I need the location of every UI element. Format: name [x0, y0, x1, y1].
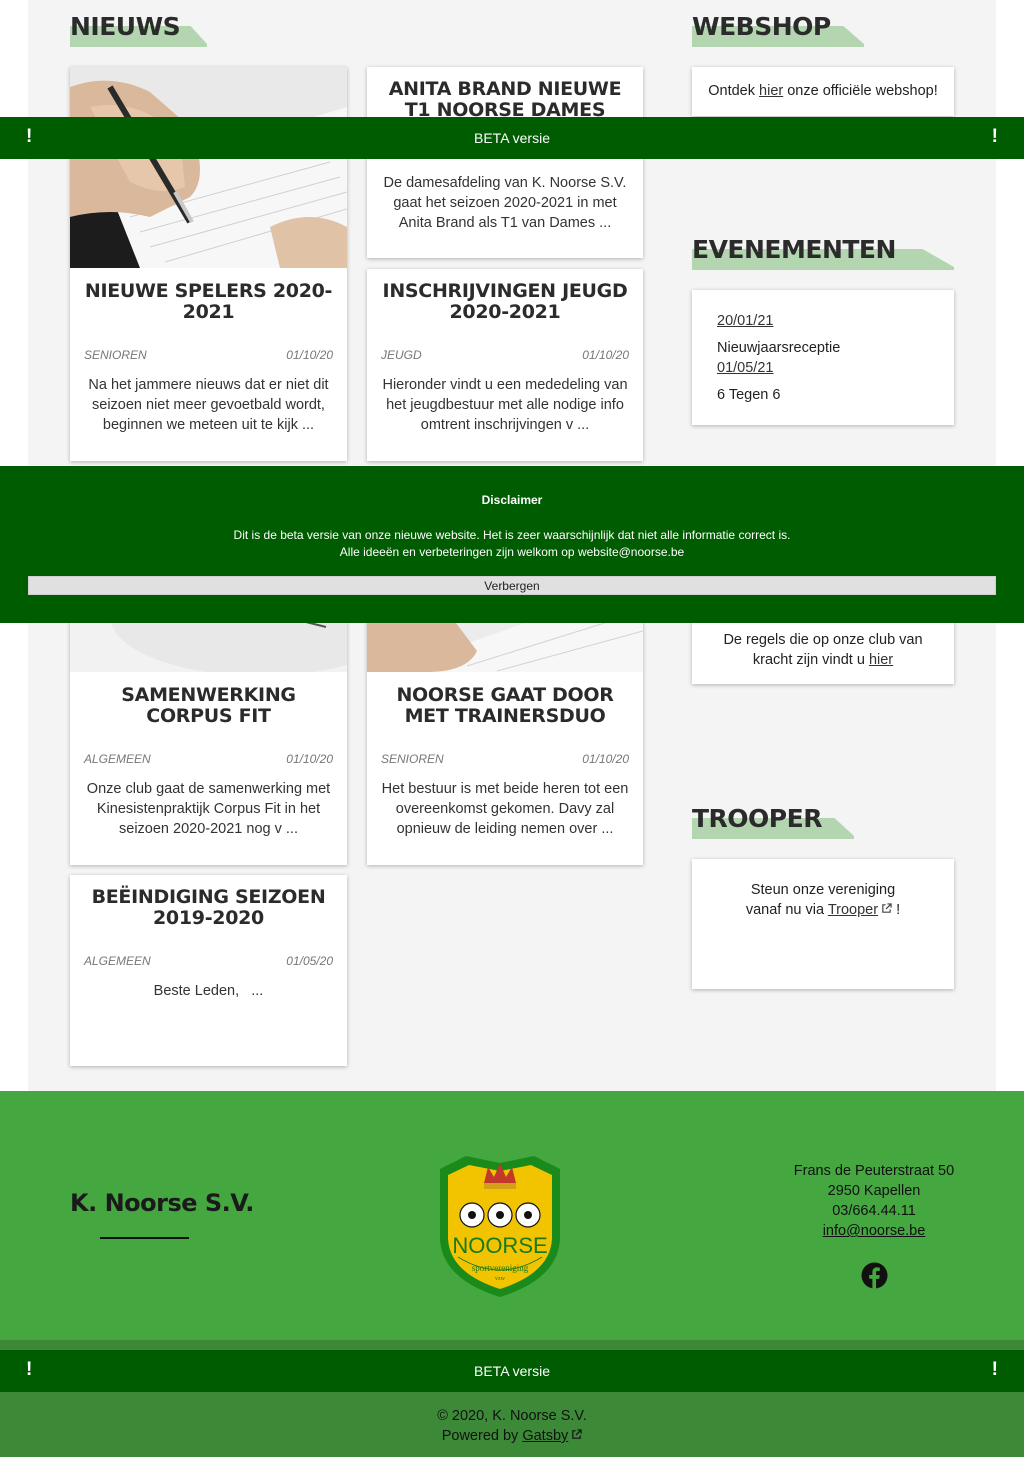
trooper-card: Steun onze vereniging vanaf nu via Troop…: [692, 859, 954, 989]
disclaimer-line: Alle ideeën en verbeteringen zijn welkom…: [339, 545, 685, 559]
news-card-title: ANITA BRAND NIEUWE T1 NOORSE DAMES: [388, 78, 622, 121]
news-card-excerpt: Onze club gaat de samenwerking met Kines…: [86, 781, 331, 837]
event-name: 6 Tegen 6: [717, 387, 781, 403]
external-link-icon: [568, 1428, 582, 1444]
rules-link[interactable]: hier: [869, 652, 893, 668]
event-name: Nieuwjaarsreceptie: [717, 340, 841, 356]
city-line: 2950 Kapellen: [827, 1183, 921, 1199]
event-date-link[interactable]: 01/05/21: [717, 360, 773, 376]
news-card-title: NOORSE GAAT DOOR MET TRAINERSDUO: [396, 684, 614, 727]
news-card-title: INSCHRIJVINGEN JEUGD 2020-2021: [382, 280, 628, 323]
news-card-date: 01/10/20: [582, 348, 629, 362]
heading-accent-line: [70, 44, 207, 47]
gatsby-link[interactable]: Gatsby: [522, 1428, 568, 1444]
logo-subtext: vzw: [495, 1276, 506, 1282]
news-card[interactable]: INSCHRIJVINGEN JEUGD 2020-2021 JEUGD 01/…: [367, 269, 643, 461]
news-card-meta: ALGEMEEN 01/05/20: [84, 954, 333, 968]
footer-club-name: K. Noorse S.V.: [70, 1189, 254, 1217]
news-heading: NIEUWS: [70, 12, 181, 41]
news-card-category: SENIOREN: [381, 752, 444, 766]
trooper-text: Steun onze vereniging vanaf nu via Troop…: [745, 882, 901, 918]
email-link[interactable]: info@noorse.be: [823, 1223, 926, 1239]
news-card-excerpt: Beste Leden, ...: [153, 983, 264, 999]
address-line: Frans de Peuterstraat 50: [793, 1163, 955, 1179]
disclaimer-banner: Disclaimer Dit is de beta versie van onz…: [0, 466, 1024, 623]
news-card-title: BEËINDIGING SEIZOEN 2019-2020: [91, 886, 326, 929]
event-date-link[interactable]: 20/01/21: [717, 313, 773, 329]
warning-icon: !: [991, 1359, 998, 1380]
events-heading: EVENEMENTEN: [692, 235, 896, 264]
news-card-excerpt: Het bestuur is met beide heren tot een o…: [381, 781, 629, 837]
disclaimer-title: Disclaimer: [481, 493, 543, 507]
news-card-meta: SENIOREN 01/10/20: [381, 752, 629, 766]
news-card-meta: ALGEMEEN 01/10/20: [84, 752, 333, 766]
rules-text: De regels die op onze club van kracht zi…: [723, 632, 923, 668]
footer-divider: [100, 1237, 189, 1239]
webshop-link[interactable]: hier: [759, 83, 783, 99]
news-card-category: SENIOREN: [84, 348, 147, 362]
news-card-date: 01/10/20: [286, 752, 333, 766]
news-card-meta: JEUGD 01/10/20: [381, 348, 629, 362]
news-card-date: 01/10/20: [286, 348, 333, 362]
footer-strip: [0, 1340, 1024, 1350]
events-card: 20/01/21 Nieuwjaarsreceptie 01/05/21 6 T…: [692, 290, 954, 425]
news-card-title: SAMENWERKING CORPUS FIT: [121, 684, 296, 727]
news-card-category: ALGEMEEN: [84, 954, 151, 968]
copyright-bar: © 2020, K. Noorse S.V. Powered by Gatsby: [0, 1392, 1024, 1457]
beta-label: BETA versie: [474, 1363, 550, 1379]
webshop-text: Ontdek hier onze officiële webshop!: [708, 83, 938, 99]
contact-info: Frans de Peuterstraat 50 2950 Kapellen 0…: [764, 1161, 984, 1241]
heading-accent-line: [692, 44, 864, 47]
logo-text: NOORSE: [452, 1233, 547, 1258]
pen-signing-image: [70, 67, 347, 268]
news-card-excerpt: Na het jammere nieuws dat er niet dit se…: [88, 377, 329, 433]
heading-accent-line: [692, 836, 854, 839]
trooper-heading: TROOPER: [692, 804, 822, 833]
news-card-excerpt: De damesafdeling van K. Noorse S.V. gaat…: [383, 175, 627, 231]
club-logo: NOORSE sportvereniging vzw: [436, 1153, 564, 1299]
news-card-category: JEUGD: [381, 348, 422, 362]
news-card-date: 01/05/20: [286, 954, 333, 968]
footer: K. Noorse S.V. NOORSE sportvereniging vz…: [0, 1091, 1024, 1340]
news-card[interactable]: BEËINDIGING SEIZOEN 2019-2020 ALGEMEEN 0…: [70, 875, 347, 1066]
disclaimer-line: Dit is de beta versie van onze nieuwe we…: [233, 528, 791, 542]
external-link-icon: [878, 902, 892, 918]
news-card[interactable]: ANITA BRAND NIEUWE T1 NOORSE DAMES De da…: [367, 67, 643, 258]
warning-icon: !: [26, 126, 33, 147]
facebook-icon[interactable]: [861, 1262, 888, 1289]
hide-disclaimer-button[interactable]: Verbergen: [28, 576, 996, 595]
beta-banner: ! BETA versie !: [0, 117, 1024, 159]
beta-banner: ! BETA versie !: [0, 1350, 1024, 1392]
news-card-category: ALGEMEEN: [84, 752, 151, 766]
webshop-heading: WEBSHOP: [692, 12, 831, 41]
news-card-title: NIEUWE SPELERS 2020-2021: [84, 280, 333, 323]
logo-subtext: sportvereniging: [472, 1263, 529, 1273]
news-card-excerpt: Hieronder vindt u een mededeling van het…: [382, 377, 628, 433]
powered-by: Powered by Gatsby: [0, 1428, 1024, 1444]
warning-icon: !: [26, 1359, 33, 1380]
news-card-meta: SENIOREN 01/10/20: [84, 348, 333, 362]
phone-line: 03/664.44.11: [832, 1203, 916, 1219]
warning-icon: !: [991, 126, 998, 147]
heading-accent-line: [692, 267, 954, 270]
copyright-text: © 2020, K. Noorse S.V.: [437, 1408, 587, 1424]
trooper-link[interactable]: Trooper: [828, 902, 878, 918]
news-card-date: 01/10/20: [582, 752, 629, 766]
webshop-card: Ontdek hier onze officiële webshop!: [692, 67, 954, 116]
beta-label: BETA versie: [474, 130, 550, 146]
